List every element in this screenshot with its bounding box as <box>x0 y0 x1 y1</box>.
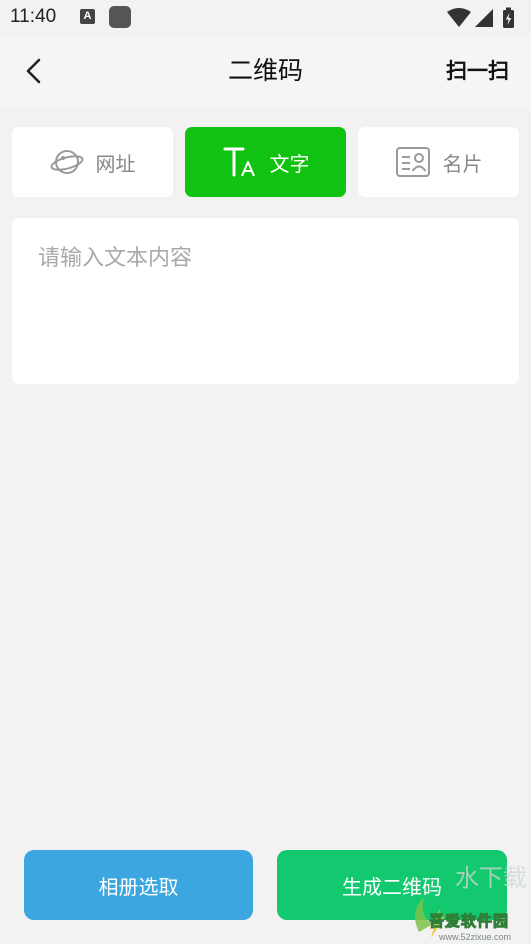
text-content-input[interactable] <box>12 218 519 384</box>
notification-app-icon <box>109 6 131 28</box>
id-card-icon <box>395 147 430 177</box>
generate-qr-label: 生成二维码 <box>342 874 442 899</box>
text-icon <box>223 147 255 177</box>
signal-icon <box>475 9 493 27</box>
battery-charging-icon <box>503 7 514 28</box>
watermark-url: www.52zixue.com <box>439 932 512 942</box>
status-icons <box>447 6 521 30</box>
album-select-button[interactable]: 相册选取 <box>24 850 253 920</box>
status-time: 11:40 <box>10 6 57 27</box>
tab-card-label: 名片 <box>442 151 483 176</box>
tab-text[interactable]: 文字 <box>185 127 346 197</box>
wifi-icon <box>447 8 471 27</box>
album-select-label: 相册选取 <box>98 874 179 899</box>
header-bar: 二维码 扫一扫 <box>0 36 531 106</box>
chevron-left-icon <box>26 58 41 84</box>
generate-qr-button[interactable]: 生成二维码 <box>277 850 507 920</box>
tab-url[interactable]: 网址 <box>12 127 173 197</box>
tab-card[interactable]: 名片 <box>358 127 519 197</box>
tab-text-label: 文字 <box>269 151 310 176</box>
planet-icon <box>49 150 84 174</box>
back-button[interactable] <box>14 51 54 91</box>
text-input-card <box>12 218 519 384</box>
scan-button[interactable]: 扫一扫 <box>446 36 509 106</box>
notification-a-icon: A <box>80 9 95 24</box>
tab-url-label: 网址 <box>95 151 136 176</box>
status-bar: 11:40 A <box>0 0 531 36</box>
